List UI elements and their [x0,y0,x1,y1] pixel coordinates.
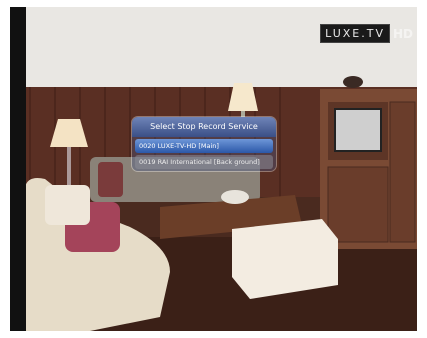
hd-badge: HD [392,26,413,41]
channel-logo-watermark: LUXE.TV HD [320,24,413,43]
dialog-title: Select Stop Record Service [132,117,276,137]
service-option-rai-international[interactable]: 0019 RAI International [Back ground] [135,155,273,169]
tv-screen: LUXE.TV HD Select Stop Record Service 00… [10,7,417,331]
stop-record-dialog: Select Stop Record Service 0020 LUXE-TV-… [132,117,276,171]
service-option-luxe-tv-hd[interactable]: 0020 LUXE-TV-HD [Main] [135,139,273,153]
luxe-tv-logo: LUXE.TV [320,24,390,43]
